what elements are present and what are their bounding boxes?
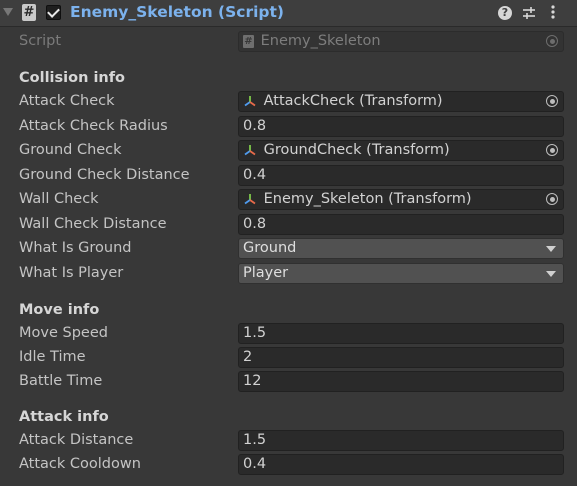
preset-icon[interactable] [521, 5, 537, 21]
attack-distance-label: Attack Distance [19, 432, 134, 448]
transform-icon [244, 145, 256, 156]
attack-check-radius-label: Attack Check Radius [19, 118, 168, 134]
context-menu-icon[interactable] [548, 4, 558, 23]
foldout-arrow-icon[interactable] [3, 8, 13, 16]
attack-check-radius-input[interactable]: 0.8 [238, 116, 564, 137]
script-row: Script # Enemy_Skeleton [0, 31, 577, 53]
wall-check-field[interactable]: Enemy_Skeleton (Transform) [238, 189, 564, 210]
wall-check-distance-row: Wall Check Distance 0.8 [0, 214, 577, 236]
battle-time-row: Battle Time 12 [0, 371, 577, 393]
attack-check-label: Attack Check [19, 93, 115, 109]
move-speed-row: Move Speed 1.5 [0, 323, 577, 345]
ground-check-value: GroundCheck (Transform) [263, 142, 450, 158]
attack-check-radius-row: Attack Check Radius 0.8 [0, 116, 577, 138]
attack-cooldown-input[interactable]: 0.4 [238, 454, 564, 475]
what-is-ground-row: What Is Ground Ground [0, 238, 577, 260]
component-header[interactable]: # Enemy_Skeleton (Script) ? [0, 0, 577, 27]
script-file-icon: # [243, 35, 254, 48]
ground-check-distance-label: Ground Check Distance [19, 167, 190, 183]
wall-check-value: Enemy_Skeleton (Transform) [263, 191, 472, 207]
attack-check-value: AttackCheck (Transform) [263, 93, 443, 109]
object-picker-icon[interactable] [546, 95, 558, 107]
wall-check-distance-input[interactable]: 0.8 [238, 214, 564, 235]
script-component-icon: # [22, 4, 36, 21]
component-title: Enemy_Skeleton (Script) [70, 3, 285, 21]
object-picker-icon[interactable] [546, 144, 558, 156]
idle-time-row: Idle Time 2 [0, 347, 577, 369]
ground-check-field[interactable]: GroundCheck (Transform) [238, 140, 564, 161]
object-picker-icon [546, 35, 558, 47]
dropdown-arrow-icon [546, 271, 556, 277]
idle-time-label: Idle Time [19, 349, 86, 365]
move-speed-label: Move Speed [19, 325, 108, 341]
battle-time-label: Battle Time [19, 373, 103, 389]
attack-distance-input[interactable]: 1.5 [238, 430, 564, 451]
attack-cooldown-row: Attack Cooldown 0.4 [0, 454, 577, 476]
what-is-player-row: What Is Player Player [0, 263, 577, 285]
section-attack-info: Attack info [19, 409, 109, 425]
attack-check-row: Attack Check AttackCheck (Transform) [0, 91, 577, 113]
what-is-ground-dropdown[interactable]: Ground [238, 238, 564, 259]
wall-check-row: Wall Check Enemy_Skeleton (Transform) [0, 189, 577, 211]
attack-check-field[interactable]: AttackCheck (Transform) [238, 91, 564, 112]
script-field: # Enemy_Skeleton [238, 31, 564, 52]
section-move-info: Move info [19, 302, 100, 318]
ground-check-distance-row: Ground Check Distance 0.4 [0, 165, 577, 187]
battle-time-input[interactable]: 12 [238, 371, 564, 392]
wall-check-distance-label: Wall Check Distance [19, 216, 167, 232]
what-is-player-label: What Is Player [19, 265, 124, 281]
dropdown-arrow-icon [546, 246, 556, 252]
move-speed-input[interactable]: 1.5 [238, 323, 564, 344]
ground-check-label: Ground Check [19, 142, 122, 158]
what-is-player-value: Player [243, 265, 289, 281]
attack-distance-row: Attack Distance 1.5 [0, 430, 577, 452]
help-icon[interactable]: ? [498, 6, 512, 20]
ground-check-row: Ground Check GroundCheck (Transform) [0, 140, 577, 162]
wall-check-label: Wall Check [19, 191, 99, 207]
section-collision-info: Collision info [19, 70, 126, 86]
what-is-ground-label: What Is Ground [19, 240, 132, 256]
component-enabled-checkbox[interactable] [46, 5, 61, 20]
script-label: Script [19, 33, 62, 49]
transform-icon [244, 96, 256, 107]
script-value: Enemy_Skeleton [260, 33, 381, 49]
checkmark-icon [47, 5, 60, 18]
transform-icon [244, 194, 256, 205]
idle-time-input[interactable]: 2 [238, 347, 564, 368]
attack-cooldown-label: Attack Cooldown [19, 456, 141, 472]
what-is-ground-value: Ground [243, 240, 297, 256]
object-picker-icon[interactable] [546, 193, 558, 205]
ground-check-distance-input[interactable]: 0.4 [238, 165, 564, 186]
what-is-player-dropdown[interactable]: Player [238, 263, 564, 284]
